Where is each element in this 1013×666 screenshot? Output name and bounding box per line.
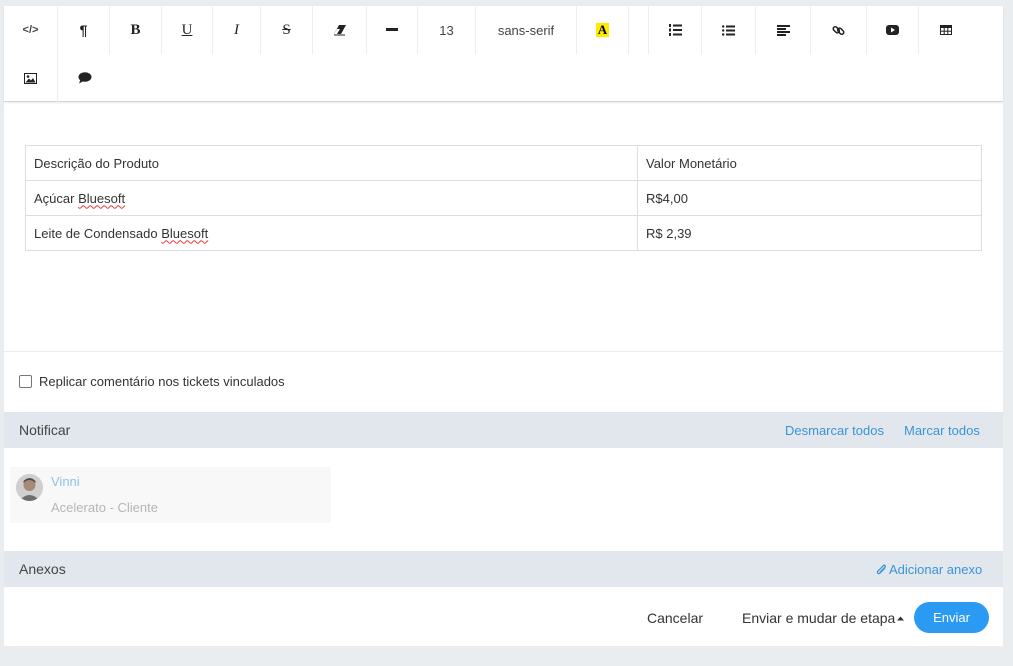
table-button[interactable]	[919, 6, 973, 54]
paperclip-icon	[876, 564, 886, 575]
font-size-select[interactable]: 13	[418, 6, 476, 54]
image-icon	[24, 72, 37, 84]
add-attachment-label: Adicionar anexo	[889, 562, 983, 577]
code-view-button[interactable]: </>	[4, 6, 58, 54]
align-left-icon	[776, 24, 790, 36]
video-button[interactable]	[867, 6, 919, 54]
video-icon	[886, 25, 899, 35]
table-row: Leite de Condensado Bluesoft R$ 2,39	[25, 215, 982, 251]
font-family-value: sans-serif	[497, 22, 555, 38]
replicate-checkbox[interactable]	[19, 375, 32, 388]
replicate-option[interactable]: Replicar comentário nos tickets vinculad…	[19, 374, 285, 389]
comment-panel: </> ¶ B U I S 13 sans-serif A Descrição …	[4, 6, 1003, 646]
send-button[interactable]: Enviar	[914, 602, 989, 633]
underline-icon: U	[181, 21, 193, 38]
table-header-row: Descrição do Produto Valor Monetário	[25, 145, 982, 181]
table-header-cell: Valor Monetário	[637, 145, 982, 181]
send-and-change-stage-button[interactable]: Enviar e mudar de etapa	[742, 610, 905, 626]
horizontal-rule-button[interactable]	[367, 6, 418, 54]
bold-icon: B	[130, 21, 141, 38]
table-cell-product: Leite de Condensado Bluesoft	[25, 215, 638, 251]
horizontal-rule-icon	[386, 28, 398, 31]
comment-button[interactable]	[58, 54, 112, 102]
product-brand: Bluesoft	[161, 225, 209, 241]
link-icon	[832, 25, 845, 35]
uncheck-all-link[interactable]: Desmarcar todos	[785, 423, 884, 438]
highlight-color-icon: A	[595, 22, 610, 37]
product-text: Leite de Condensado	[34, 225, 162, 241]
product-table: Descrição do Produto Valor Monetário Açú…	[25, 145, 982, 251]
underline-button[interactable]: U	[162, 6, 213, 54]
product-brand: Bluesoft	[78, 190, 126, 206]
font-family-select[interactable]: sans-serif	[476, 6, 577, 54]
product-text: Açúcar	[34, 190, 79, 206]
strikethrough-button[interactable]: S	[261, 6, 313, 54]
comment-icon	[78, 72, 92, 84]
replicate-label: Replicar comentário nos tickets vinculad…	[39, 374, 285, 389]
eraser-icon	[333, 25, 346, 36]
table-row: Açúcar Bluesoft R$4,00	[25, 180, 982, 216]
attachments-title: Anexos	[19, 561, 66, 577]
table-cell-value: R$4,00	[637, 180, 982, 216]
notify-title: Notificar	[19, 422, 71, 438]
notify-user-card[interactable]: Vinni Acelerato - Cliente	[10, 467, 331, 523]
avatar	[16, 474, 43, 501]
user-name: Vinni	[51, 474, 80, 489]
ordered-list-button[interactable]	[649, 6, 702, 54]
paragraph-icon: ¶	[79, 22, 88, 38]
caret-up-icon	[897, 616, 905, 620]
unordered-list-icon	[722, 24, 735, 36]
table-cell-value: R$ 2,39	[637, 215, 982, 251]
align-left-button[interactable]	[756, 6, 811, 54]
code-view-icon: </>	[22, 24, 39, 36]
toolbar-separator	[629, 6, 649, 54]
eraser-button[interactable]	[313, 6, 367, 54]
table-cell-product: Açúcar Bluesoft	[25, 180, 638, 216]
bold-button[interactable]: B	[110, 6, 162, 54]
attachments-header: Anexos Adicionar anexo	[4, 551, 1003, 587]
link-button[interactable]	[811, 6, 867, 54]
font-size-value: 13	[439, 22, 454, 38]
image-button[interactable]	[4, 54, 58, 102]
unordered-list-button[interactable]	[702, 6, 756, 54]
italic-icon: I	[234, 21, 239, 38]
cancel-button[interactable]: Cancelar	[647, 610, 703, 626]
send-and-change-stage-label: Enviar e mudar de etapa	[742, 610, 896, 626]
table-header-cell: Descrição do Produto	[25, 145, 638, 181]
user-role: Acelerato - Cliente	[51, 500, 158, 515]
add-attachment-link[interactable]: Adicionar anexo	[876, 562, 982, 577]
notify-header: Notificar Desmarcar todos Marcar todos	[4, 412, 1003, 448]
editor-content[interactable]: Descrição do Produto Valor Monetário Açú…	[4, 103, 1003, 352]
table-icon	[940, 25, 952, 35]
strikethrough-icon: S	[282, 21, 291, 38]
ordered-list-icon	[668, 24, 682, 36]
paragraph-button[interactable]: ¶	[58, 6, 110, 54]
editor-toolbar: </> ¶ B U I S 13 sans-serif A	[4, 6, 1003, 102]
italic-button[interactable]: I	[213, 6, 261, 54]
check-all-link[interactable]: Marcar todos	[904, 423, 980, 438]
highlight-color-button[interactable]: A	[577, 6, 629, 54]
